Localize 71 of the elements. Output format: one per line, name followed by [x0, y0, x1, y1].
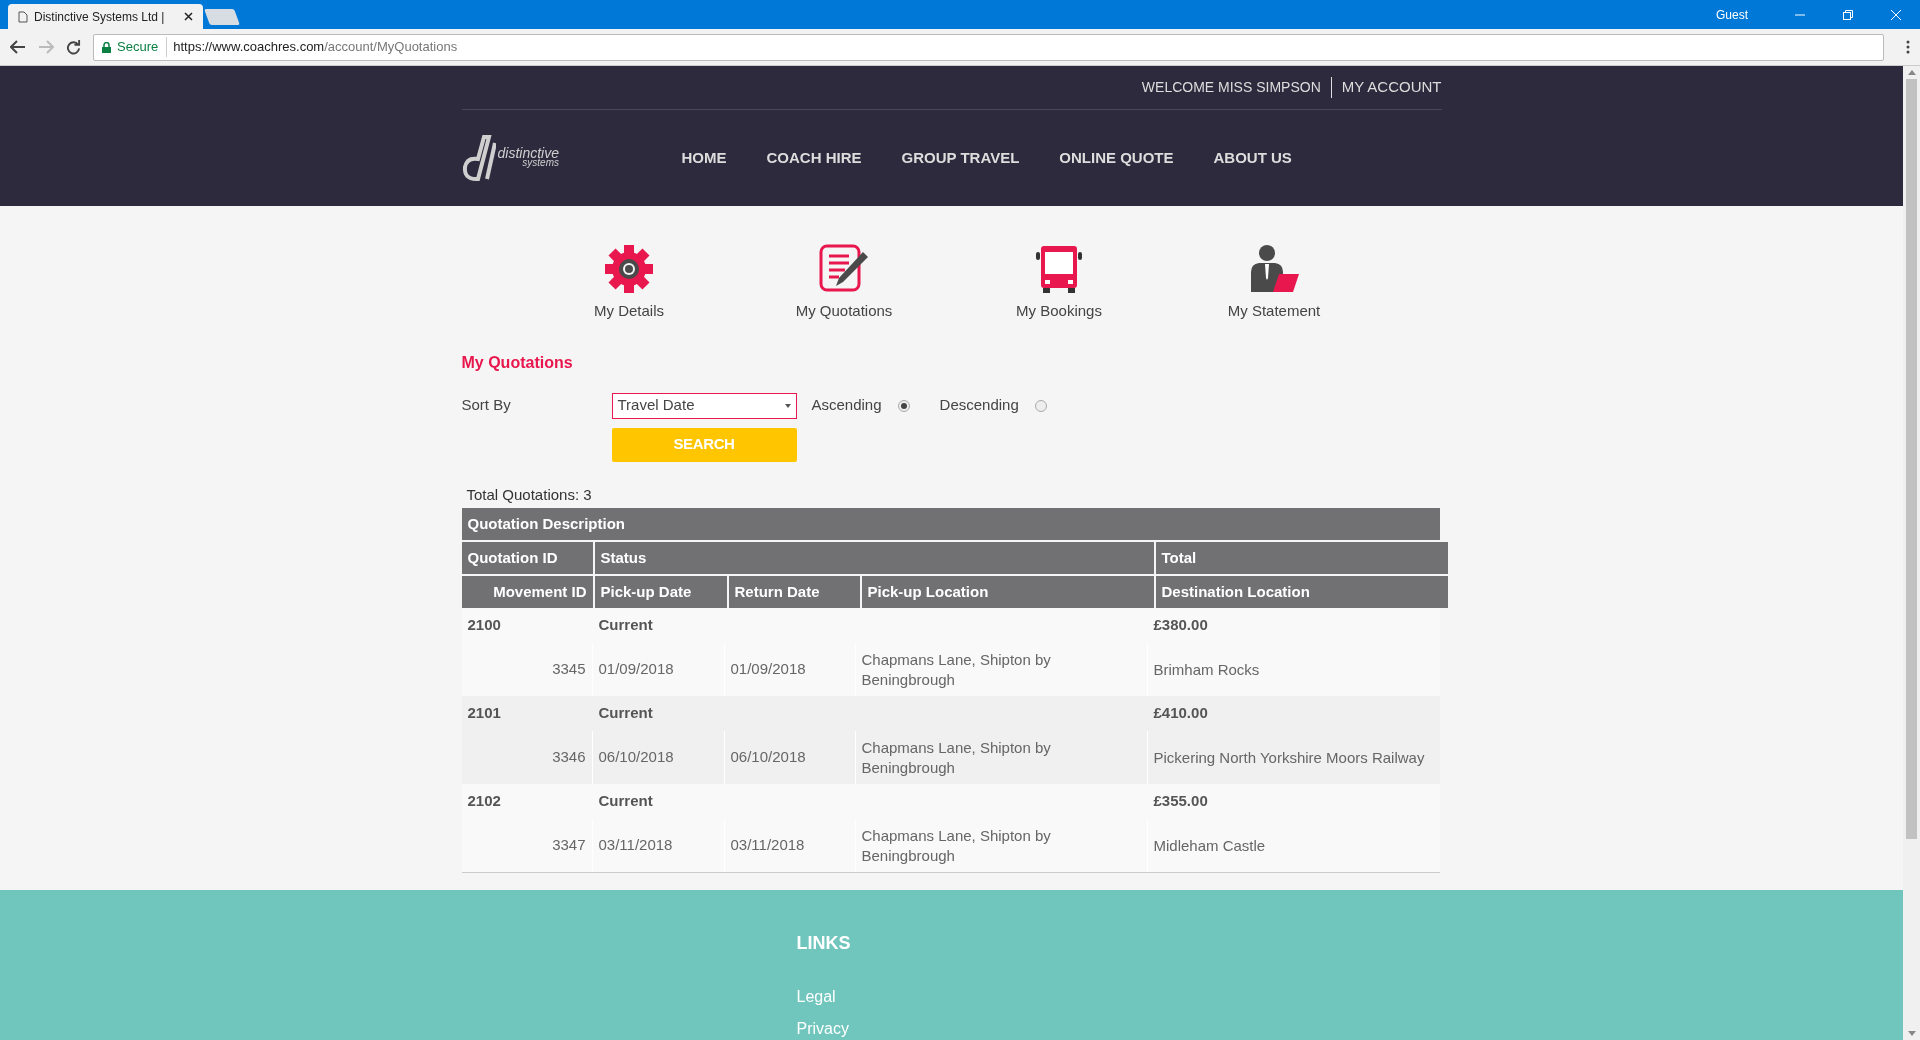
- nav-link[interactable]: ONLINE QUOTE: [1059, 146, 1174, 170]
- table-cell-text: £410.00: [1152, 703, 1209, 724]
- address-field[interactable]: Secure https://www.coachres.com/account/MyQuotations: [93, 33, 1884, 61]
- nav-link[interactable]: COACH HIRE: [766, 146, 862, 170]
- table-cell-text: 2101: [466, 703, 502, 724]
- table-cell-text: Pickering North Yorkshire Moors Railway: [1152, 747, 1426, 768]
- scroll-up-icon[interactable]: [1907, 70, 1916, 75]
- footer-heading: LINKS: [796, 932, 852, 955]
- column-header: Total: [1155, 542, 1448, 574]
- column-header: Destination Location: [1155, 576, 1448, 608]
- user-label: Guest: [1716, 6, 1748, 24]
- bus-icon: [1036, 244, 1082, 294]
- account-menu-item[interactable]: My Details: [549, 244, 709, 323]
- scrollbar-thumb[interactable]: [1906, 79, 1917, 839]
- column-header: Pick-up Location: [861, 576, 1154, 608]
- table-cell: 03/11/2018: [724, 819, 856, 872]
- radio-label: Ascending: [811, 395, 882, 416]
- restore-icon[interactable]: [1843, 9, 1853, 20]
- radio-label: Descending: [939, 395, 1019, 416]
- total-count: Total Quotations: 3: [466, 484, 593, 505]
- reload-icon[interactable]: [66, 39, 81, 55]
- logo-text: distinctive: [497, 148, 559, 158]
- page-icon: [18, 10, 28, 23]
- logo-text: systems: [522, 158, 559, 168]
- table-title: Quotation Description: [461, 508, 1440, 540]
- logo-mark-icon: [461, 135, 496, 181]
- url-text: https://www.coachres.com/account/MyQuotations: [173, 38, 458, 57]
- table-cell: 3347: [461, 819, 593, 872]
- table-cell-text: Midleham Castle: [1152, 835, 1267, 856]
- lock-icon: [102, 41, 111, 53]
- nav-link[interactable]: ABOUT US: [1213, 146, 1292, 170]
- nav-link[interactable]: GROUP TRAVEL: [901, 146, 1020, 170]
- table-cell: Chapmans Lane, Shipton by Beningbrough: [855, 819, 1148, 872]
- welcome-link[interactable]: WELCOME MISS SIMPSON: [1141, 77, 1332, 98]
- sort-select[interactable]: Travel Date: [611, 392, 797, 419]
- table-cell: 03/11/2018: [592, 819, 725, 872]
- dropdown-caret-icon: [784, 403, 791, 408]
- browser-tab[interactable]: Distinctive Systems Ltd |: [8, 4, 203, 29]
- account-menu-item[interactable]: My Quotations: [764, 244, 924, 323]
- site-logo[interactable]: distinctive systems: [461, 135, 682, 181]
- column-header: Pick-up Date: [594, 576, 727, 608]
- table-cell-text: Brimham Rocks: [1152, 659, 1261, 680]
- column-header: Quotation ID: [461, 542, 593, 574]
- scroll-down-icon[interactable]: [1907, 1031, 1916, 1036]
- radio-button[interactable]: [897, 399, 910, 412]
- new-tab-button[interactable]: [204, 9, 240, 25]
- column-header: Movement ID: [461, 576, 593, 608]
- table-cell-text: £355.00: [1152, 791, 1209, 812]
- column-header: Return Date: [728, 576, 860, 608]
- secure-label: Secure: [117, 37, 168, 57]
- sort-label: Sort By: [461, 395, 512, 416]
- back-icon[interactable]: [10, 40, 26, 54]
- table-cell-text: 2102: [466, 791, 502, 812]
- account-link[interactable]: MY ACCOUNT: [1331, 76, 1442, 99]
- page-title: My Quotations: [461, 352, 574, 373]
- notepad-pencil-icon: [819, 244, 869, 294]
- nav-link[interactable]: HOME: [681, 146, 727, 170]
- column-header: Status: [594, 542, 1154, 574]
- account-menu-item[interactable]: My Statement: [1194, 244, 1354, 323]
- table-cell-text: Current: [597, 703, 654, 724]
- account-menu-item[interactable]: My Bookings: [979, 244, 1139, 323]
- tab-title: Distinctive Systems Ltd |: [34, 8, 165, 26]
- table-cell-text: £380.00: [1152, 615, 1209, 636]
- gear-icon: [604, 244, 654, 294]
- person-laptop-icon: [1249, 244, 1299, 294]
- table-cell-text: Current: [597, 615, 654, 636]
- table-cell-text: 2100: [466, 615, 502, 636]
- menu-icon[interactable]: [1906, 40, 1910, 54]
- table-cell-text: Current: [597, 791, 654, 812]
- radio-button[interactable]: [1034, 399, 1047, 412]
- close-icon[interactable]: [184, 12, 193, 21]
